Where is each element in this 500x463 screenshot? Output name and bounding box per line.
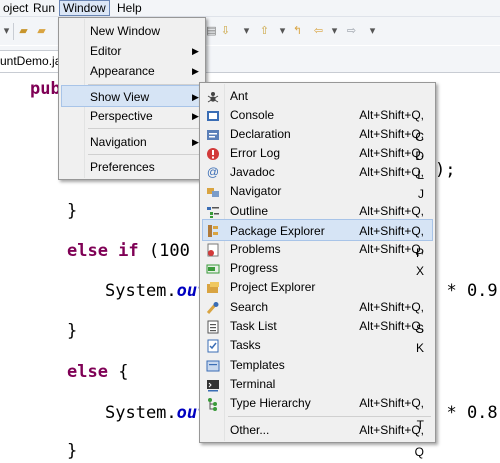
window-menu: New Window Editor ▶ Appearance ▶ Show View… <box>58 17 206 180</box>
folder-icon[interactable]: ▰ <box>35 25 48 38</box>
menu-separator <box>88 154 201 155</box>
menu-item-new-window[interactable]: New Window <box>61 20 203 42</box>
tasks-icon <box>206 338 220 353</box>
menu-item-project-explorer[interactable]: Project Explorer <box>202 276 433 298</box>
menu-item-label: New Window <box>90 24 161 38</box>
ant-icon <box>206 89 220 103</box>
toolbar-separator <box>13 23 14 40</box>
menu-help[interactable]: Help <box>114 1 145 15</box>
submenu-arrow-icon: ▶ <box>192 66 199 76</box>
search-icon <box>206 300 220 314</box>
menu-item-editor[interactable]: Editor ▶ <box>61 40 203 62</box>
console-icon <box>206 108 220 122</box>
type-hierarchy-icon <box>206 396 220 411</box>
navigator-icon <box>206 184 220 198</box>
declaration-icon <box>206 127 220 141</box>
forward-icon[interactable]: ⇨ <box>345 25 358 38</box>
code-line: System.out <box>105 403 207 423</box>
prev-annotation-icon[interactable]: ⇧ <box>258 25 271 38</box>
code-text: System. <box>105 281 177 301</box>
task-list-icon <box>206 319 220 334</box>
terminal-icon <box>206 377 220 392</box>
dropdown-arrow-icon[interactable]: ▾ <box>276 25 289 38</box>
menu-item-label: Navigator <box>230 184 282 198</box>
code-line: pub <box>30 79 61 99</box>
code-text: System. <box>105 403 177 423</box>
submenu-arrow-icon: ▶ <box>192 46 199 56</box>
package-explorer-icon <box>206 223 220 237</box>
menu-item-label: Editor <box>90 44 122 58</box>
code-line: ); <box>435 160 456 180</box>
menu-item-other[interactable]: Other... Alt+Shift+Q, Q <box>202 419 433 459</box>
last-edit-icon[interactable]: ↰ <box>291 25 304 38</box>
code-line: else { <box>67 362 128 382</box>
menu-project[interactable]: oject <box>0 1 31 15</box>
toggle-icon[interactable]: ▤ <box>205 25 218 38</box>
menu-item-label: Navigation <box>90 135 147 149</box>
dropdown-arrow-icon[interactable]: ▾ <box>366 25 379 38</box>
menu-item-perspective[interactable]: Perspective ▶ <box>61 105 203 127</box>
menu-item-label: Appearance <box>90 64 155 78</box>
code-text: { <box>107 362 129 382</box>
menu-item-label: Other... <box>230 423 270 437</box>
error-log-icon <box>206 146 220 160</box>
open-folder-icon[interactable]: ▰ <box>17 25 30 38</box>
submenu-arrow-icon: ▶ <box>192 111 199 121</box>
shortcut-label: Alt+Shift+Q, Q <box>359 423 424 459</box>
menu-item-label: Perspective <box>90 109 153 123</box>
menu-item-label: Tasks <box>230 338 261 352</box>
next-annotation-icon[interactable]: ⇩ <box>219 25 232 38</box>
project-explorer-icon <box>206 280 220 294</box>
code-line: } <box>67 321 78 341</box>
menu-item-label: Type Hierarchy <box>230 396 311 410</box>
menu-item-label: Preferences <box>90 160 155 174</box>
dropdown-arrow-icon[interactable]: ▾ <box>240 25 253 38</box>
keyword: else <box>67 362 108 382</box>
templates-icon <box>206 358 220 372</box>
menu-run[interactable]: Run <box>30 1 58 15</box>
outline-icon <box>206 204 220 218</box>
menu-window[interactable]: Window <box>59 0 110 16</box>
code-line: m * 0.9 <box>426 281 498 301</box>
dropdown-arrow-icon[interactable]: ▾ <box>328 25 341 38</box>
keyword: else if <box>67 241 139 261</box>
show-view-menu: Ant Console Alt+Shift+Q, C Declaration A… <box>199 82 436 459</box>
javadoc-icon: @ <box>206 165 220 179</box>
dropdown-arrow-icon[interactable]: ▾ <box>0 25 13 38</box>
menu-item-label: Project Explorer <box>230 280 316 294</box>
code-line: } <box>67 441 78 461</box>
code-line: } <box>67 201 78 221</box>
menu-item-navigator[interactable]: Navigator <box>202 180 433 202</box>
menu-item-navigation[interactable]: Navigation ▶ <box>61 131 203 153</box>
menu-item-show-view[interactable]: Show View ▶ <box>61 85 203 107</box>
code-line: m * 0.8 <box>426 403 498 423</box>
code-line: else if (100 < <box>67 241 210 261</box>
submenu-arrow-icon: ▶ <box>192 137 199 147</box>
menu-separator <box>88 128 201 129</box>
menu-item-type-hierarchy[interactable]: Type Hierarchy Alt+Shift+Q, T <box>202 392 433 432</box>
menu-item-preferences[interactable]: Preferences <box>61 156 203 178</box>
menu-item-appearance[interactable]: Appearance ▶ <box>61 60 203 82</box>
back-icon[interactable]: ⇦ <box>312 25 325 38</box>
menu-bar: oject Run Window Help <box>0 0 500 17</box>
problems-icon <box>206 242 220 257</box>
menu-separator <box>228 416 431 417</box>
menu-item-tasks[interactable]: Tasks <box>202 334 433 356</box>
code-line: System.out <box>105 281 207 301</box>
progress-icon <box>206 261 220 275</box>
